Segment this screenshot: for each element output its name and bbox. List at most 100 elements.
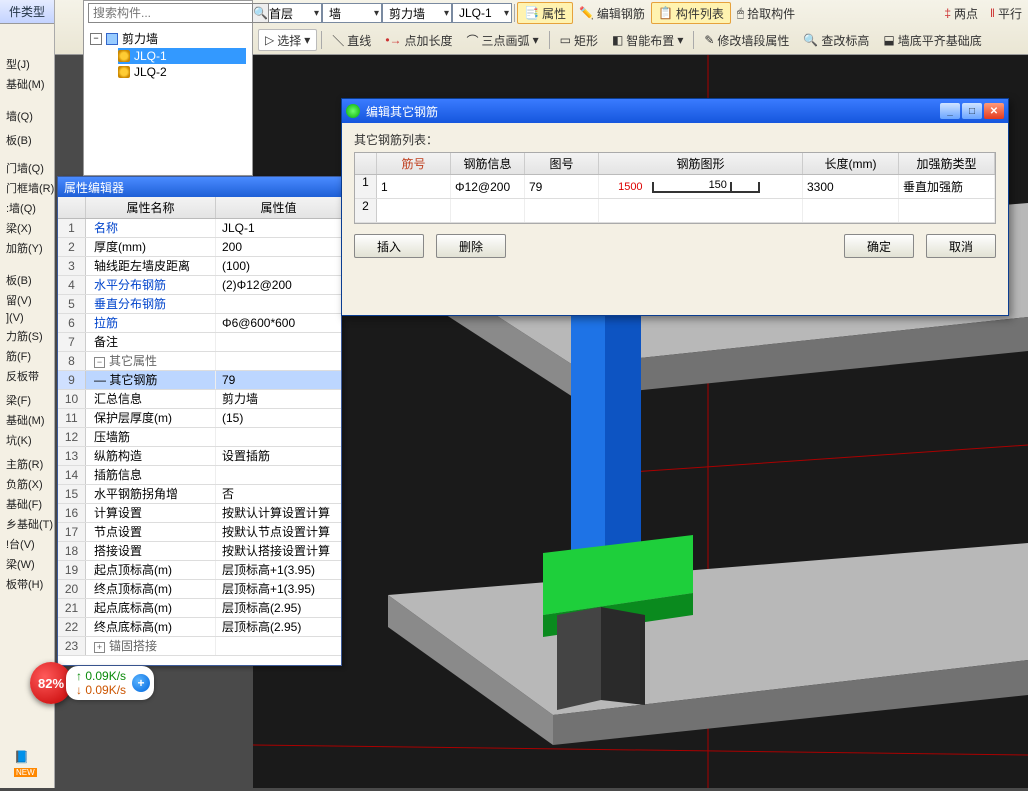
floor-dropdown[interactable]: 首层 bbox=[262, 3, 322, 23]
rebar-grid: 筋号 钢筋信息 图号 钢筋图形 长度(mm) 加强筋类型 11Φ12@20079… bbox=[354, 152, 996, 224]
maximize-button[interactable]: □ bbox=[962, 103, 982, 119]
left-type-item[interactable]: 力筋(S) bbox=[2, 326, 52, 346]
pick-component-button[interactable]: 🖱 拾取构件 bbox=[731, 2, 801, 24]
property-row[interactable]: 1名称JLQ-1 bbox=[58, 219, 341, 238]
left-type-item[interactable]: 型(J) bbox=[2, 54, 52, 74]
left-type-item[interactable]: 加筋(Y) bbox=[2, 238, 52, 258]
col-shape[interactable]: 钢筋图形 bbox=[599, 153, 803, 174]
leaf-icon bbox=[118, 66, 130, 78]
select-button[interactable]: ▷ 选择 ▾ bbox=[258, 29, 317, 51]
property-row[interactable]: 10汇总信息剪力墙 bbox=[58, 390, 341, 409]
property-row[interactable]: 8−其它属性 bbox=[58, 352, 341, 371]
collapse-icon[interactable]: − bbox=[90, 33, 102, 45]
left-type-item[interactable]: 基础(M) bbox=[2, 74, 52, 94]
wall-base-align-button[interactable]: ⬓ 墙底平齐基础底 bbox=[877, 29, 987, 51]
tree-item[interactable]: JLQ-2 bbox=[118, 64, 246, 80]
left-type-item[interactable]: 梁(W) bbox=[2, 554, 52, 574]
property-row[interactable]: 6拉筋Φ6@600*600 bbox=[58, 314, 341, 333]
left-type-item[interactable]: :墙(Q) bbox=[2, 198, 52, 218]
property-row[interactable]: 2厚度(mm)200 bbox=[58, 238, 341, 257]
component-tree-panel: 🔍 − 剪力墙 JLQ-1 JLQ-2 bbox=[83, 0, 253, 176]
grid-row[interactable]: 11Φ12@2007915001503300垂直加强筋 bbox=[355, 175, 995, 199]
col-len[interactable]: 长度(mm) bbox=[803, 153, 899, 174]
prop-col-name: 属性名称 bbox=[86, 197, 216, 218]
close-button[interactable]: ✕ bbox=[984, 103, 1004, 119]
col-fig[interactable]: 图号 bbox=[525, 153, 599, 174]
left-type-item[interactable]: ](V) bbox=[2, 310, 52, 326]
dialog-subtitle: 其它钢筋列表： bbox=[354, 131, 996, 148]
property-row[interactable]: 5垂直分布钢筋 bbox=[58, 295, 341, 314]
left-type-item[interactable]: 板(B) bbox=[2, 270, 52, 290]
property-row[interactable]: 23+锚固搭接 bbox=[58, 637, 341, 656]
property-row[interactable]: 11保护层厚度(m)(15) bbox=[58, 409, 341, 428]
property-row[interactable]: 22终点底标高(m)层顶标高(2.95) bbox=[58, 618, 341, 637]
category-dropdown[interactable]: 墙 bbox=[322, 3, 382, 23]
property-row[interactable]: 15水平钢筋拐角增否 bbox=[58, 485, 341, 504]
left-type-item[interactable]: 板带(H) bbox=[2, 574, 52, 594]
component-list-button[interactable]: 📋 构件列表 bbox=[651, 2, 731, 24]
left-type-item[interactable]: 梁(X) bbox=[2, 218, 52, 238]
search-input[interactable] bbox=[88, 3, 253, 23]
left-type-item[interactable]: 主筋(R) bbox=[2, 454, 52, 474]
col-num[interactable]: 筋号 bbox=[377, 153, 451, 174]
props-button[interactable]: 📑 属性 bbox=[517, 2, 573, 24]
left-type-item[interactable]: 留(V) bbox=[2, 290, 52, 310]
speed-down: ↓ 0.09K/s bbox=[76, 683, 126, 697]
property-row[interactable]: 17节点设置按默认节点设置计算 bbox=[58, 523, 341, 542]
left-type-item[interactable]: 乡基础(T) bbox=[2, 514, 52, 534]
grid-row[interactable]: 2 bbox=[355, 199, 995, 223]
component-dropdown[interactable]: JLQ-1 bbox=[452, 3, 512, 23]
left-type-item[interactable]: 墙(Q) bbox=[2, 106, 52, 126]
ok-button[interactable]: 确定 bbox=[844, 234, 914, 258]
cancel-button[interactable]: 取消 bbox=[926, 234, 996, 258]
search-go-button[interactable]: 🔍 bbox=[253, 3, 269, 23]
left-type-item[interactable]: 梁(F) bbox=[2, 390, 52, 410]
leaf-icon bbox=[118, 50, 130, 62]
point-length-button[interactable]: •→ 点加长度 bbox=[379, 29, 458, 51]
left-type-item[interactable]: 基础(M) bbox=[2, 410, 52, 430]
property-row[interactable]: 3轴线距左墙皮距离(100) bbox=[58, 257, 341, 276]
property-row[interactable]: 16计算设置按默认计算设置计算 bbox=[58, 504, 341, 523]
left-type-item[interactable]: 板(B) bbox=[2, 130, 52, 150]
left-type-item[interactable]: 负筋(X) bbox=[2, 474, 52, 494]
col-info[interactable]: 钢筋信息 bbox=[451, 153, 525, 174]
parallel-button[interactable]: ‖ 平行 bbox=[984, 2, 1028, 24]
arc3pt-button[interactable]: ⌒ 三点画弧 ▾ bbox=[461, 29, 545, 51]
col-type[interactable]: 加强筋类型 bbox=[899, 153, 995, 174]
speed-widget[interactable]: 82% ↑ 0.09K/s ↓ 0.09K/s + bbox=[30, 662, 154, 704]
delete-button[interactable]: 删除 bbox=[436, 234, 506, 258]
dialog-icon bbox=[346, 104, 360, 118]
new-badge: 📘 NEW bbox=[14, 750, 54, 778]
property-row[interactable]: 9— 其它钢筋79 bbox=[58, 371, 341, 390]
left-type-item[interactable]: 门框墙(R) bbox=[2, 178, 52, 198]
tree-item-selected[interactable]: JLQ-1 bbox=[118, 48, 246, 64]
property-row[interactable]: 20终点顶标高(m)层顶标高+1(3.95) bbox=[58, 580, 341, 599]
property-row[interactable]: 19起点顶标高(m)层顶标高+1(3.95) bbox=[58, 561, 341, 580]
rect-button[interactable]: ▭ 矩形 bbox=[554, 29, 604, 51]
property-row[interactable]: 14插筋信息 bbox=[58, 466, 341, 485]
property-row[interactable]: 12压墙筋 bbox=[58, 428, 341, 447]
property-row[interactable]: 18搭接设置按默认搭接设置计算 bbox=[58, 542, 341, 561]
two-points-button[interactable]: ‡ 两点 bbox=[938, 2, 984, 24]
property-row[interactable]: 7备注 bbox=[58, 333, 341, 352]
property-row[interactable]: 4水平分布钢筋(2)Φ12@200 bbox=[58, 276, 341, 295]
left-type-item[interactable]: 反板带 bbox=[2, 366, 52, 386]
left-type-item[interactable]: 门墙(Q) bbox=[2, 158, 52, 178]
left-type-item[interactable]: !台(V) bbox=[2, 534, 52, 554]
edit-rebar-button[interactable]: ✏️ 编辑钢筋 bbox=[573, 2, 651, 24]
type-dropdown[interactable]: 剪力墙 bbox=[382, 3, 452, 23]
speed-plus-icon[interactable]: + bbox=[132, 674, 150, 692]
left-type-item[interactable]: 坑(K) bbox=[2, 430, 52, 450]
left-type-item[interactable]: 基础(F) bbox=[2, 494, 52, 514]
check-elev-button[interactable]: 🔍 查改标高 bbox=[797, 29, 875, 51]
tree-root[interactable]: − 剪力墙 bbox=[90, 29, 246, 48]
insert-button[interactable]: 插入 bbox=[354, 234, 424, 258]
property-row[interactable]: 13纵筋构造设置插筋 bbox=[58, 447, 341, 466]
minimize-button[interactable]: _ bbox=[940, 103, 960, 119]
smart-layout-button[interactable]: ◧ 智能布置 ▾ bbox=[606, 29, 689, 51]
edit-wall-seg-button[interactable]: ✎ 修改墙段属性 bbox=[698, 29, 795, 51]
left-type-item[interactable]: 筋(F) bbox=[2, 346, 52, 366]
property-editor-panel: 属性编辑器 属性名称 属性值 1名称JLQ-12厚度(mm)2003轴线距左墙皮… bbox=[57, 176, 342, 666]
property-row[interactable]: 21起点底标高(m)层顶标高(2.95) bbox=[58, 599, 341, 618]
line-button[interactable]: ＼ 直线 bbox=[326, 29, 377, 51]
